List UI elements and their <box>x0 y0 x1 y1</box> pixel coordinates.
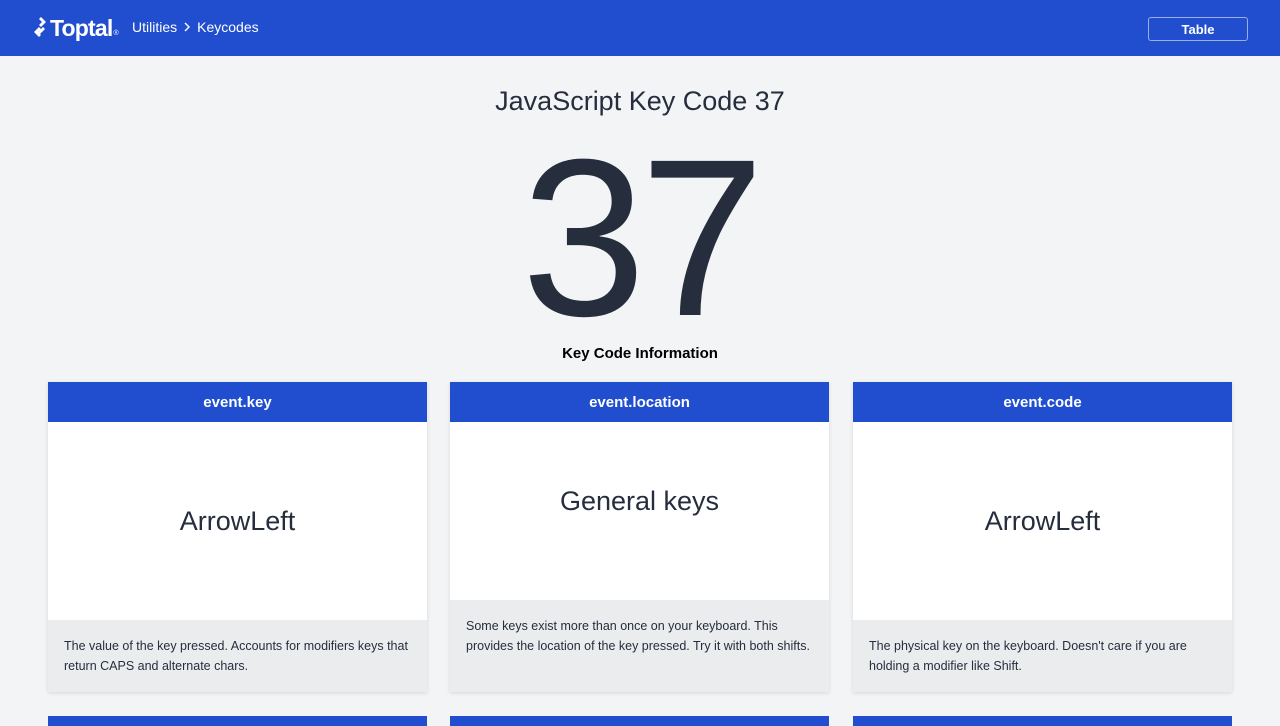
card-description: Some keys exist more than once on your k… <box>450 600 829 692</box>
toptal-logo[interactable]: Toptal ® <box>32 15 119 41</box>
card-value: ArrowLeft <box>853 422 1232 620</box>
card-heading: event.key <box>48 382 427 422</box>
breadcrumb-keycodes-link[interactable]: Keycodes <box>197 19 258 35</box>
card-heading: event.location <box>450 382 829 422</box>
next-card-row-header <box>48 716 427 726</box>
breadcrumb: Utilities Keycodes <box>132 19 259 35</box>
key-code-display: 37 <box>521 113 764 363</box>
card-heading: event.code <box>853 382 1232 422</box>
table-button[interactable]: Table <box>1148 17 1248 41</box>
card-description: The value of the key pressed. Accounts f… <box>48 620 427 692</box>
event-code-card: event.code ArrowLeft The physical key on… <box>853 382 1232 692</box>
breadcrumb-utilities-link[interactable]: Utilities <box>132 19 177 35</box>
chevron-right-icon <box>184 22 191 32</box>
key-code-information-label: Key Code Information <box>562 345 718 362</box>
top-navigation-bar: Toptal ® Utilities Keycodes Table <box>0 0 1280 56</box>
next-card-row-header <box>853 716 1232 726</box>
card-value: ArrowLeft <box>48 422 427 620</box>
event-key-card: event.key ArrowLeft The value of the key… <box>48 382 427 692</box>
card-description: The physical key on the keyboard. Doesn'… <box>853 620 1232 692</box>
next-card-row-header <box>450 716 829 726</box>
logo-registered-mark: ® <box>113 29 119 37</box>
event-location-card: event.location General keys Some keys ex… <box>450 382 829 692</box>
logo-text: Toptal <box>50 14 113 41</box>
toptal-logo-icon <box>34 17 46 37</box>
card-value: General keys <box>450 422 829 600</box>
